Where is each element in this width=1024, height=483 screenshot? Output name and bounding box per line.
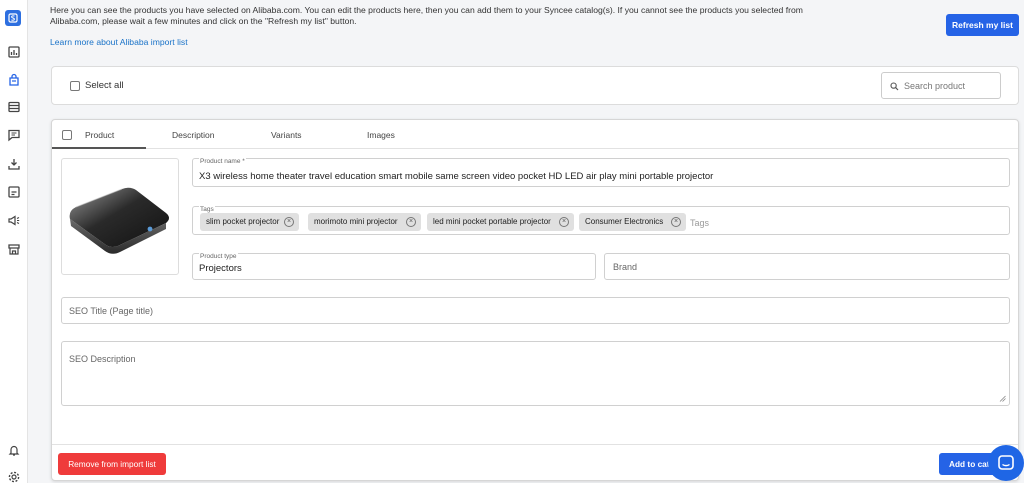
product-name-label: Product name *: [199, 158, 246, 165]
chat-icon: [998, 455, 1014, 470]
reports-icon[interactable]: [7, 185, 21, 199]
product-name-field[interactable]: Product name * X3 wireless home theater …: [192, 158, 1010, 187]
product-image[interactable]: [61, 158, 179, 275]
select-all-bar: Select all: [51, 66, 1019, 105]
select-all-checkbox[interactable]: [70, 81, 80, 91]
tags-label: Tags: [199, 206, 215, 213]
brand-field[interactable]: Brand: [604, 253, 1010, 280]
product-card: Product Description Variants Images Prod…: [51, 119, 1019, 481]
tag-chip-label: led mini pocket portable projector: [433, 217, 551, 226]
syncee-logo-icon[interactable]: [5, 10, 21, 26]
search-input[interactable]: [904, 79, 996, 93]
chat-support-button[interactable]: [988, 445, 1024, 481]
tab-description[interactable]: Description: [172, 130, 215, 140]
campaign-icon[interactable]: [7, 213, 21, 227]
messages-icon[interactable]: [7, 128, 21, 142]
seo-description-placeholder: SEO Description: [69, 354, 136, 364]
import-list-icon[interactable]: [7, 73, 21, 87]
product-select-checkbox[interactable]: [62, 130, 72, 140]
search-box[interactable]: [881, 72, 1001, 99]
tag-chip[interactable]: slim pocket projector ×: [200, 213, 299, 231]
select-all-label[interactable]: Select all: [85, 80, 124, 91]
seo-title-field[interactable]: SEO Title (Page title): [61, 297, 1010, 324]
search-icon: [890, 82, 899, 91]
tag-chip-label: slim pocket projector: [206, 217, 280, 226]
sidebar: [0, 0, 28, 483]
tab-variants[interactable]: Variants: [271, 130, 302, 140]
remove-tag-icon[interactable]: ×: [284, 217, 294, 227]
resize-handle-icon[interactable]: [999, 395, 1006, 402]
bell-icon[interactable]: [7, 443, 21, 457]
tag-chip-label: Consumer Electronics: [585, 217, 664, 226]
settings-icon[interactable]: [7, 470, 21, 483]
tag-chip-label: morimoto mini projector: [314, 217, 398, 226]
info-text: Here you can see the products you have s…: [50, 5, 803, 26]
tag-chip[interactable]: Consumer Electronics ×: [579, 213, 686, 231]
learn-more-link[interactable]: Learn more about Alibaba import list: [50, 37, 188, 47]
refresh-list-button[interactable]: Refresh my list: [946, 14, 1019, 36]
remove-tag-icon[interactable]: ×: [406, 217, 416, 227]
store-icon[interactable]: [7, 242, 21, 256]
tags-input-placeholder[interactable]: Tags: [690, 218, 709, 228]
seo-title-placeholder: SEO Title (Page title): [69, 306, 154, 316]
card-footer: Remove from import list Add to cata: [52, 444, 1018, 481]
product-type-field[interactable]: Product type Projectors: [192, 253, 596, 280]
tag-chip[interactable]: led mini pocket portable projector ×: [427, 213, 574, 231]
remove-tag-icon[interactable]: ×: [559, 217, 569, 227]
remove-from-import-list-button[interactable]: Remove from import list: [58, 453, 166, 475]
tag-chip[interactable]: morimoto mini projector ×: [308, 213, 421, 231]
catalog-list-icon[interactable]: [7, 100, 21, 114]
tags-field[interactable]: Tags slim pocket projector × morimoto min…: [192, 206, 1010, 235]
seo-description-field[interactable]: SEO Description: [61, 341, 1010, 406]
tab-images[interactable]: Images: [367, 130, 395, 140]
brand-placeholder: Brand: [613, 262, 638, 272]
download-icon[interactable]: [7, 157, 21, 171]
dashboard-icon[interactable]: [7, 45, 21, 59]
product-tabs: Product Description Variants Images: [52, 120, 1018, 149]
active-tab-indicator: [52, 147, 146, 149]
product-name-value: X3 wireless home theater travel educatio…: [199, 171, 714, 182]
remove-tag-icon[interactable]: ×: [671, 217, 681, 227]
tab-product[interactable]: Product: [85, 130, 114, 140]
product-type-value: Projectors: [199, 263, 242, 274]
product-type-label: Product type: [199, 253, 238, 260]
